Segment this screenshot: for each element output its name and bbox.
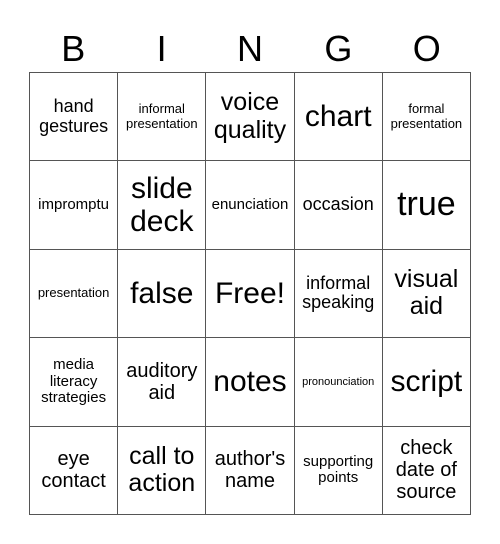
header-letter-o: O (412, 28, 441, 69)
bingo-cell[interactable]: voice quality (206, 73, 295, 162)
bingo-cell[interactable]: media literacy strategies (30, 338, 119, 427)
bingo-cell[interactable]: visual aid (382, 249, 471, 339)
free-space-cell[interactable]: Free! (206, 249, 295, 339)
bingo-cell[interactable]: eye contact (30, 426, 119, 515)
bingo-cell[interactable]: formal presentation (382, 73, 471, 162)
bingo-cell[interactable]: pronounciation (294, 338, 383, 427)
bingo-cell[interactable]: true (382, 161, 471, 250)
bingo-cell[interactable]: occasion (294, 161, 383, 250)
bingo-cell[interactable]: call to action (118, 426, 207, 515)
bingo-cell[interactable]: check date of source (382, 426, 471, 515)
bingo-cell[interactable]: informal speaking (294, 249, 383, 339)
header-letter-n: N (236, 28, 263, 69)
bingo-cell[interactable]: enunciation (206, 161, 295, 250)
bingo-cell[interactable]: auditory aid (118, 338, 207, 427)
bingo-cell[interactable]: script (382, 338, 471, 427)
header-letter-g: G (324, 28, 353, 69)
bingo-grid: hand gestures informal presentation voice … (29, 72, 471, 515)
bingo-header: B I N G O (29, 26, 471, 72)
bingo-cell[interactable]: supporting points (294, 426, 383, 515)
bingo-cell[interactable]: chart (294, 73, 383, 162)
bingo-cell[interactable]: author's name (206, 426, 295, 515)
bingo-cell[interactable]: false (118, 249, 207, 339)
bingo-cell[interactable]: informal presentation (118, 73, 207, 162)
header-letter-i: I (156, 28, 167, 69)
bingo-cell[interactable]: impromptu (30, 161, 119, 250)
header-letter-b: B (61, 28, 86, 69)
bingo-cell[interactable]: notes (206, 338, 295, 427)
bingo-cell[interactable]: presentation (30, 249, 119, 339)
bingo-cell[interactable]: slide deck (118, 161, 207, 250)
bingo-cell[interactable]: hand gestures (30, 73, 119, 162)
